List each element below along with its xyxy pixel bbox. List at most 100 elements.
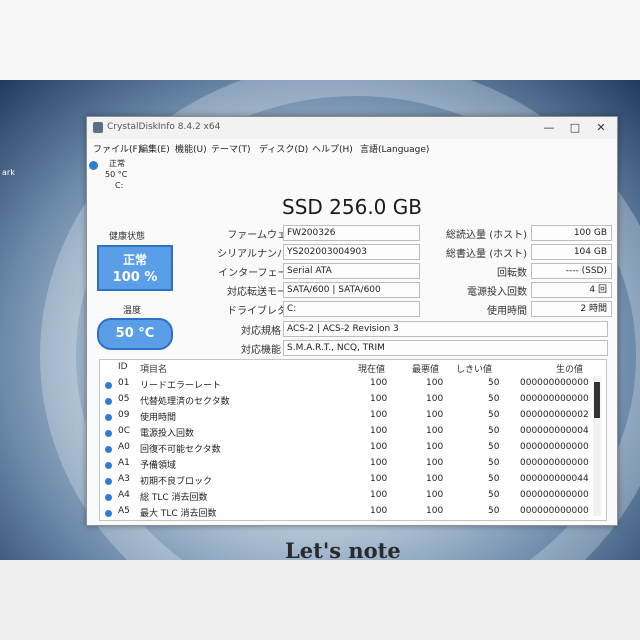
smart-row[interactable]: A3 初期不良ブロック 100 100 50 000000000044 [100, 474, 606, 490]
smart-row[interactable]: 0C 電源投入回数 100 100 50 000000000004 [100, 426, 606, 442]
smart-row[interactable]: A1 予備領域 100 100 50 000000000000 [100, 458, 606, 474]
smart-row[interactable]: 05 代替処理済のセクタ数 100 100 50 000000000000 [100, 394, 606, 410]
menu-edit[interactable]: 編集(E) [139, 142, 170, 155]
menu-disk[interactable]: ディスク(D) [259, 142, 308, 155]
col-current-header[interactable]: 現在値 [358, 362, 385, 375]
col-id-header[interactable]: ID [118, 362, 128, 372]
status-dot-icon [105, 494, 112, 501]
smart-raw: 000000000000 [520, 378, 589, 388]
smart-raw: 000000000002 [520, 410, 589, 420]
features-value: S.M.A.R.T., NCQ, TRIM [283, 340, 608, 356]
status-dot-icon [105, 398, 112, 405]
status-dot-icon [105, 478, 112, 485]
smart-worst: 100 [426, 410, 444, 420]
menu-file[interactable]: ファイル(F) [93, 142, 141, 155]
smart-name: 最大 TLC 消去回数 [140, 509, 217, 519]
close-button[interactable]: ✕ [589, 119, 613, 137]
col-raw-header[interactable]: 生の値 [556, 362, 583, 375]
smart-name: 電源投入回数 [140, 429, 195, 439]
smart-threshold: 50 [488, 410, 500, 420]
smart-name: リードエラーレート [140, 381, 222, 391]
smart-table-header: ID 項目名 現在値 最悪値 しきい値 生の値 [100, 362, 606, 375]
smart-row[interactable]: 09 使用時間 100 100 50 000000000002 [100, 410, 606, 426]
transfer-mode-label: 対応転送モード [227, 287, 297, 298]
drive-tab-temp: 50 °C [105, 170, 128, 179]
health-status-badge[interactable]: 正常 100 % [97, 245, 173, 291]
smart-threshold: 50 [488, 458, 500, 468]
desktop-icon-label[interactable]: ark [2, 168, 15, 177]
status-dot-icon [105, 382, 112, 389]
interface-value: Serial ATA [283, 263, 420, 279]
menu-language[interactable]: 言語(Language) [360, 142, 429, 155]
interface-label: インターフェース [218, 268, 297, 279]
smart-worst: 100 [426, 442, 444, 452]
smart-name: 回復不可能セクタ数 [140, 445, 221, 455]
smart-id: A4 [118, 490, 130, 500]
status-dot-icon [105, 510, 112, 517]
smart-threshold: 50 [488, 426, 500, 436]
app-icon [93, 122, 103, 133]
smart-raw: 000000000000 [520, 442, 589, 452]
smart-threshold: 50 [488, 442, 500, 452]
temperature-badge[interactable]: 50 °C [97, 318, 173, 350]
smart-raw: 000000000044 [520, 474, 589, 484]
smart-current: 100 [370, 506, 388, 516]
menu-theme[interactable]: テーマ(T) [211, 142, 251, 155]
total-read-label: 総読込量 (ホスト) [446, 230, 527, 241]
serial-value: YS202003004903 [283, 244, 420, 260]
power-on-hours-label: 使用時間 [487, 306, 527, 317]
power-on-hours-value: 2 時間 [531, 301, 612, 317]
smart-row[interactable]: A0 回復不可能セクタ数 100 100 50 000000000000 [100, 442, 606, 458]
smart-current: 100 [370, 442, 388, 452]
status-dot-icon [105, 430, 112, 437]
total-write-value: 104 GB [531, 244, 612, 260]
menu-help[interactable]: ヘルプ(H) [312, 142, 353, 155]
smart-raw: 000000000000 [520, 458, 589, 468]
brand-logo: Let's note [285, 538, 401, 563]
smart-raw: 000000000004 [520, 426, 589, 436]
smart-raw: 000000000000 [520, 394, 589, 404]
smart-current: 100 [370, 426, 388, 436]
smart-name: 総 TLC 消去回数 [140, 493, 208, 503]
col-worst-header[interactable]: 最悪値 [412, 362, 439, 375]
smart-current: 100 [370, 394, 388, 404]
serial-label: シリアルナンバー [217, 249, 297, 260]
smart-worst: 100 [426, 394, 444, 404]
features-label: 対応機能 [241, 345, 281, 356]
firmware-value: FW200326 [283, 225, 420, 241]
smart-worst: 100 [426, 506, 444, 516]
smart-current: 100 [370, 490, 388, 500]
smart-worst: 100 [426, 458, 444, 468]
smart-raw: 000000000000 [520, 490, 589, 500]
menu-function[interactable]: 機能(U) [175, 142, 207, 155]
drive-letter-value: C: [283, 301, 420, 317]
firmware-label: ファームウェア [227, 230, 297, 241]
smart-name: 使用時間 [140, 413, 177, 423]
smart-row[interactable]: 01 リードエラーレート 100 100 50 000000000000 [100, 378, 606, 394]
smart-threshold: 50 [488, 490, 500, 500]
title-bar[interactable]: CrystalDiskInfo 8.4.2 x64 — □ ✕ [87, 117, 617, 139]
smart-scrollbar[interactable] [593, 376, 601, 516]
scrollbar-thumb[interactable] [594, 382, 600, 418]
smart-current: 100 [370, 410, 388, 420]
maximize-button[interactable]: □ [563, 119, 587, 137]
minimize-button[interactable]: — [537, 119, 561, 137]
power-on-count-value: 4 回 [531, 282, 612, 298]
status-dot-icon [105, 462, 112, 469]
drive-tab[interactable]: 正常 50 °C C: [91, 158, 139, 191]
total-read-value: 100 GB [531, 225, 612, 241]
col-name-header[interactable]: 項目名 [140, 362, 167, 375]
monitor-bezel-bottom [0, 560, 640, 640]
transfer-mode-value: SATA/600 | SATA/600 [283, 282, 420, 298]
col-threshold-header[interactable]: しきい値 [456, 362, 492, 375]
smart-row[interactable]: A5 最大 TLC 消去回数 100 100 50 000000000000 [100, 506, 606, 520]
health-status-text: 正常 [122, 253, 147, 267]
smart-id: A0 [118, 442, 130, 452]
smart-name: 代替処理済のセクタ数 [140, 397, 230, 407]
smart-id: 01 [118, 378, 130, 388]
smart-table: ID 項目名 現在値 最悪値 しきい値 生の値 01 リードエラーレート 100… [99, 359, 607, 521]
menu-bar: ファイル(F) 編集(E) 機能(U) テーマ(T) ディスク(D) ヘルプ(H… [87, 140, 617, 156]
smart-id: A5 [118, 506, 130, 516]
smart-row[interactable]: A4 総 TLC 消去回数 100 100 50 000000000000 [100, 490, 606, 506]
smart-threshold: 50 [488, 378, 500, 388]
